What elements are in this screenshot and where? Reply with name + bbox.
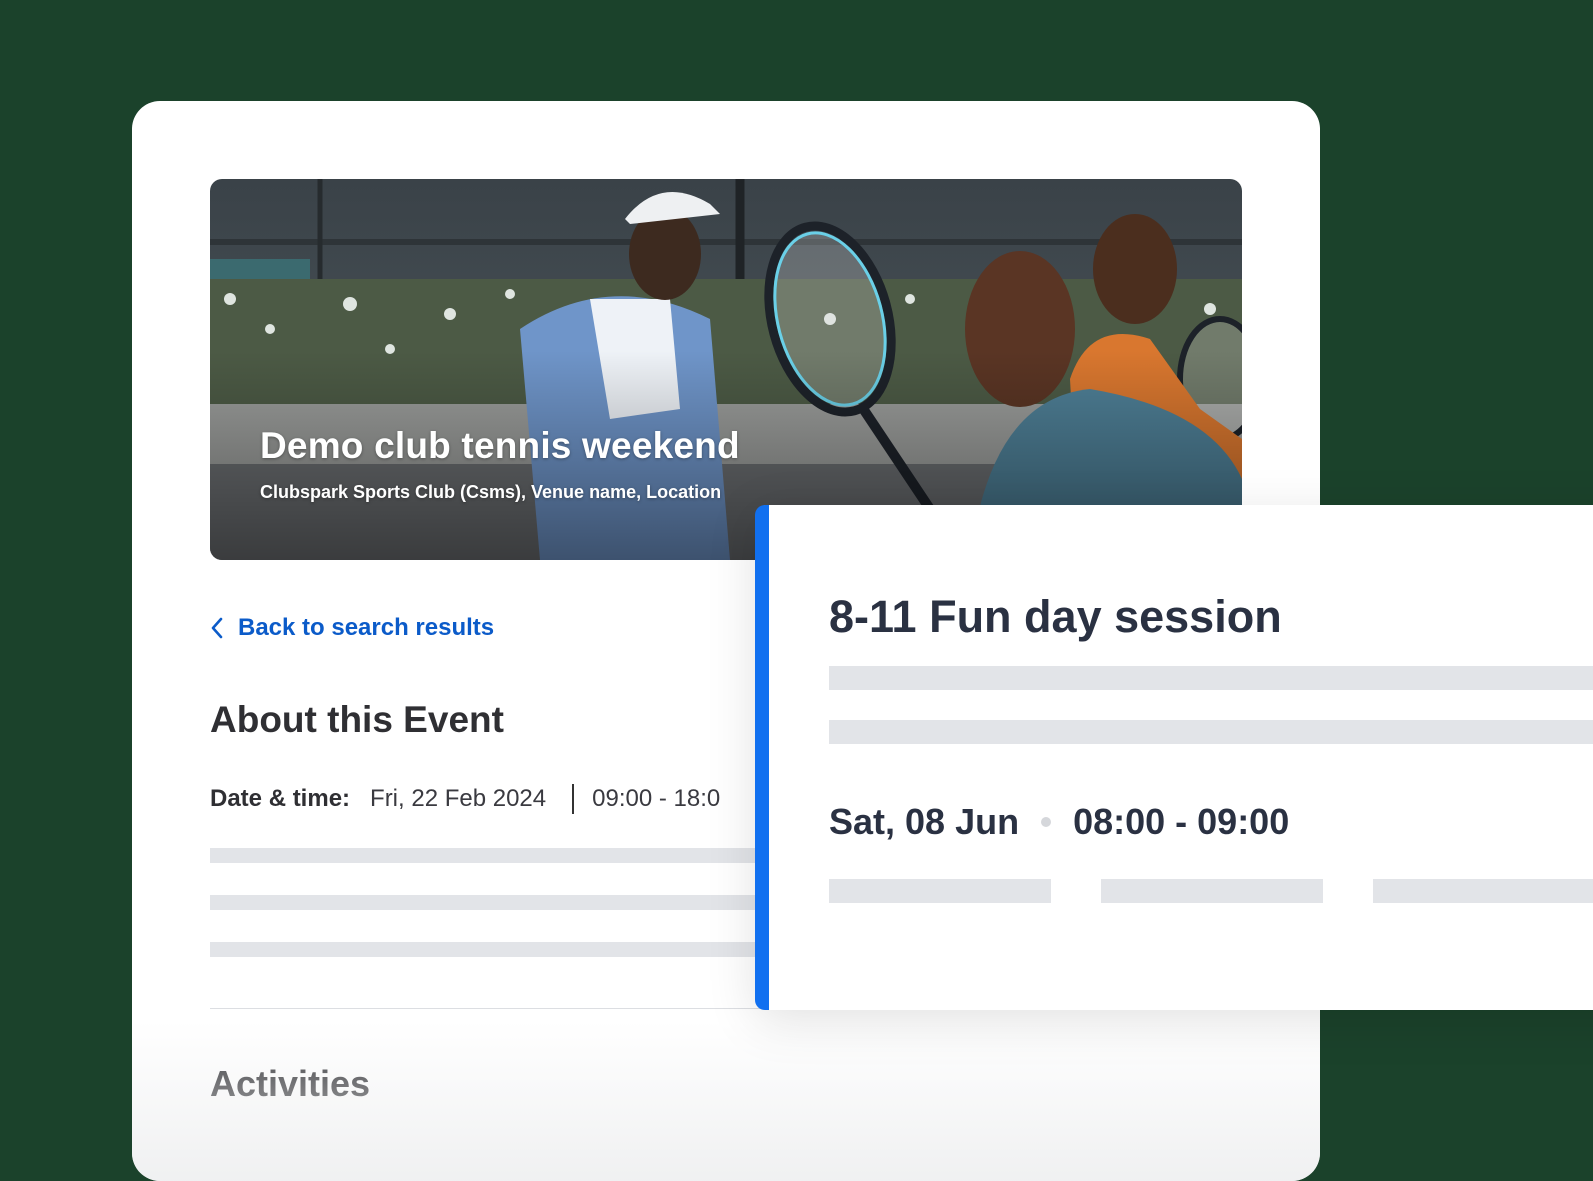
activities-heading: Activities (210, 1063, 371, 1104)
session-placeholder-chip (1373, 879, 1593, 903)
session-time: 08:00 - 09:00 (1073, 801, 1290, 842)
session-datetime: Sat, 08 Jun 08:00 - 09:00 (829, 801, 1289, 843)
event-title: Demo club tennis weekend (260, 425, 740, 466)
session-placeholder-chip (829, 879, 1051, 903)
date-separator (572, 784, 575, 814)
date-time-label: Date & time: (210, 785, 351, 812)
session-placeholder-line (829, 720, 1593, 744)
event-date: Fri, 22 Feb 2024 (370, 785, 547, 812)
session-date: Sat, 08 Jun (829, 801, 1020, 842)
event-location: Clubspark Sports Club (Csms), Venue name… (260, 482, 722, 502)
back-to-search-link[interactable]: Back to search results (210, 614, 494, 642)
chevron-left-icon (210, 617, 224, 639)
date-time-row: Date & time: Fri, 22 Feb 2024 09:00 - 18… (210, 784, 720, 814)
about-heading: About this Event (210, 699, 504, 740)
session-title: 8-11 Fun day session (829, 591, 1282, 642)
hero-banner: Demo club tennis weekend Clubspark Sport… (210, 179, 1242, 560)
event-time: 09:00 - 18:0 (592, 785, 721, 812)
session-card[interactable]: 8-11 Fun day session Sat, 08 Jun 08:00 -… (755, 505, 1593, 1010)
back-link-label: Back to search results (238, 614, 495, 641)
session-placeholder-chip (1101, 879, 1323, 903)
bullet-separator (1041, 817, 1052, 827)
session-placeholder-line (829, 666, 1593, 690)
